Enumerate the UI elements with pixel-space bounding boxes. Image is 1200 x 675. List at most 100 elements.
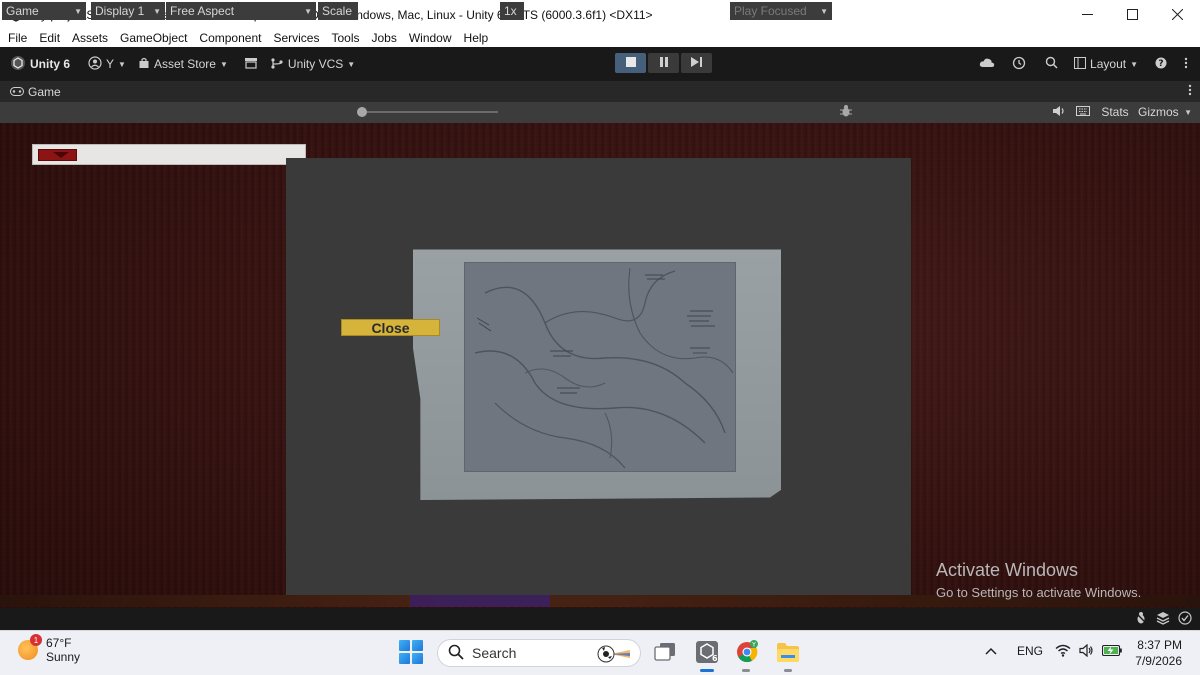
close-window-button[interactable] — [1155, 0, 1200, 29]
taskbar-file-explorer-button[interactable] — [775, 640, 801, 666]
scale-slider-track[interactable] — [360, 111, 498, 113]
account-label: Y — [106, 57, 115, 71]
toolbar-more-button[interactable] — [1178, 53, 1194, 75]
scale-value: 1x — [500, 2, 524, 20]
close-map-button[interactable]: Close — [341, 319, 440, 336]
vertical-dots-icon — [1188, 84, 1192, 99]
show-hidden-icons-button[interactable] — [985, 644, 997, 658]
cloud-button[interactable] — [972, 53, 1002, 75]
activate-windows-watermark: Activate Windows Go to Settings to activ… — [936, 560, 1141, 600]
game-viewport[interactable]: Activate Windows Go to Settings to activ… — [0, 123, 1200, 630]
taskbar-clock[interactable]: 8:37 PM 7/9/2026 — [1135, 637, 1182, 669]
version-control-dropdown[interactable]: Unity VCS ▼ — [264, 53, 361, 75]
play-focused-dropdown[interactable]: Play Focused ▼ — [730, 2, 832, 20]
volume-icon — [1079, 643, 1094, 660]
layers-icon[interactable] — [1156, 611, 1170, 628]
battery-charging-icon — [1101, 644, 1122, 659]
menu-help[interactable]: Help — [458, 31, 495, 45]
svg-text:Y: Y — [751, 641, 756, 648]
svg-text:?: ? — [1158, 59, 1163, 69]
menu-component[interactable]: Component — [193, 31, 267, 45]
keyboard-shortcuts-button[interactable] — [1072, 103, 1094, 121]
layout-dropdown[interactable]: Layout ▼ — [1068, 53, 1144, 75]
task-view-button[interactable] — [652, 640, 678, 666]
taskbar-chrome-button[interactable]: Y — [734, 639, 760, 666]
menu-assets[interactable]: Assets — [66, 31, 114, 45]
floor-light — [410, 593, 550, 607]
asset-store-dropdown[interactable]: Asset Store ▼ — [132, 53, 234, 75]
toolbar-right-group: Layout ▼ ? — [972, 53, 1194, 75]
search-icon — [448, 644, 464, 663]
menu-services[interactable]: Services — [267, 31, 325, 45]
clock-time: 8:37 PM — [1137, 638, 1182, 652]
menu-file[interactable]: File — [2, 31, 33, 45]
taskbar-search[interactable]: Search — [437, 639, 641, 667]
windows-logo-icon — [412, 653, 423, 664]
pause-button[interactable] — [648, 53, 679, 73]
task-view-icon — [653, 641, 677, 666]
package-button[interactable] — [238, 53, 264, 75]
chevron-down-icon: ▼ — [219, 59, 228, 69]
debug-off-icon[interactable] — [1134, 611, 1148, 628]
menu-edit[interactable]: Edit — [33, 31, 66, 45]
shopping-bag-icon — [138, 57, 150, 72]
window-controls — [1065, 0, 1200, 29]
mute-audio-button[interactable] — [1048, 103, 1070, 121]
check-circle-icon[interactable] — [1178, 611, 1192, 628]
system-tray-icons[interactable] — [1055, 643, 1122, 660]
editor-status-bar — [0, 608, 1200, 630]
chevron-down-icon: ▼ — [820, 6, 828, 16]
unity-active-indicator — [700, 669, 714, 672]
help-button[interactable]: ? — [1146, 53, 1176, 75]
aspect-dropdown[interactable]: Free Aspect ▼ — [166, 2, 316, 20]
chevron-down-icon: ▼ — [1184, 107, 1192, 117]
menu-bar: File Edit Assets GameObject Component Se… — [0, 29, 1200, 47]
gamepad-icon — [10, 85, 24, 99]
play-stop-button[interactable] — [615, 53, 646, 73]
menu-jobs[interactable]: Jobs — [365, 31, 402, 45]
history-icon — [1012, 56, 1026, 73]
scale-slider-handle[interactable] — [357, 107, 367, 117]
weather-description: Sunny — [46, 650, 81, 664]
menu-window[interactable]: Window — [403, 31, 458, 45]
user-icon — [88, 55, 102, 73]
health-bar-fill — [38, 149, 77, 161]
menu-tools[interactable]: Tools — [325, 31, 365, 45]
windows-start-button[interactable] — [399, 640, 423, 664]
maximize-button[interactable] — [1110, 0, 1155, 29]
taskbar-unity-button[interactable]: 6 — [694, 640, 720, 666]
clock-date: 7/9/2026 — [1135, 654, 1182, 668]
scale-label: Scale — [318, 2, 358, 20]
display-dropdown[interactable]: Display 1 ▼ — [91, 2, 165, 20]
stop-icon — [625, 56, 636, 70]
layout-icon — [1074, 56, 1087, 72]
windows-logo-icon — [399, 640, 410, 651]
game-view-toolbar — [0, 102, 1200, 123]
menu-gameobject[interactable]: GameObject — [114, 31, 193, 45]
play-controls — [615, 53, 712, 73]
health-bar — [32, 144, 306, 165]
unity-account-button[interactable]: Unity 6 — [4, 53, 76, 75]
step-button[interactable] — [681, 53, 712, 73]
search-button[interactable] — [1036, 53, 1066, 75]
stats-button[interactable]: Stats — [1098, 103, 1132, 121]
view-mode-dropdown[interactable]: Game ▼ — [2, 2, 86, 20]
help-icon: ? — [1155, 57, 1167, 72]
chevron-up-icon — [985, 644, 997, 658]
chevron-down-icon: ▼ — [347, 59, 356, 69]
gizmos-label: Gizmos — [1138, 105, 1179, 119]
account-dropdown[interactable]: Y ▼ — [82, 53, 132, 75]
weather-widget[interactable]: 1 67°F Sunny — [18, 634, 80, 664]
weather-text: 67°F Sunny — [46, 636, 80, 664]
status-icons — [1134, 611, 1192, 628]
tab-options-button[interactable] — [1188, 84, 1192, 99]
history-button[interactable] — [1004, 53, 1034, 75]
view-mode-label: Game — [6, 4, 39, 18]
language-indicator[interactable]: ENG — [1017, 644, 1043, 658]
tab-game[interactable]: Game — [0, 85, 61, 99]
speaker-icon — [1052, 105, 1066, 120]
debug-button[interactable] — [836, 103, 856, 121]
wifi-icon — [1055, 644, 1071, 660]
minimize-button[interactable] — [1065, 0, 1110, 29]
gizmos-dropdown[interactable]: Gizmos ▼ — [1134, 103, 1196, 121]
